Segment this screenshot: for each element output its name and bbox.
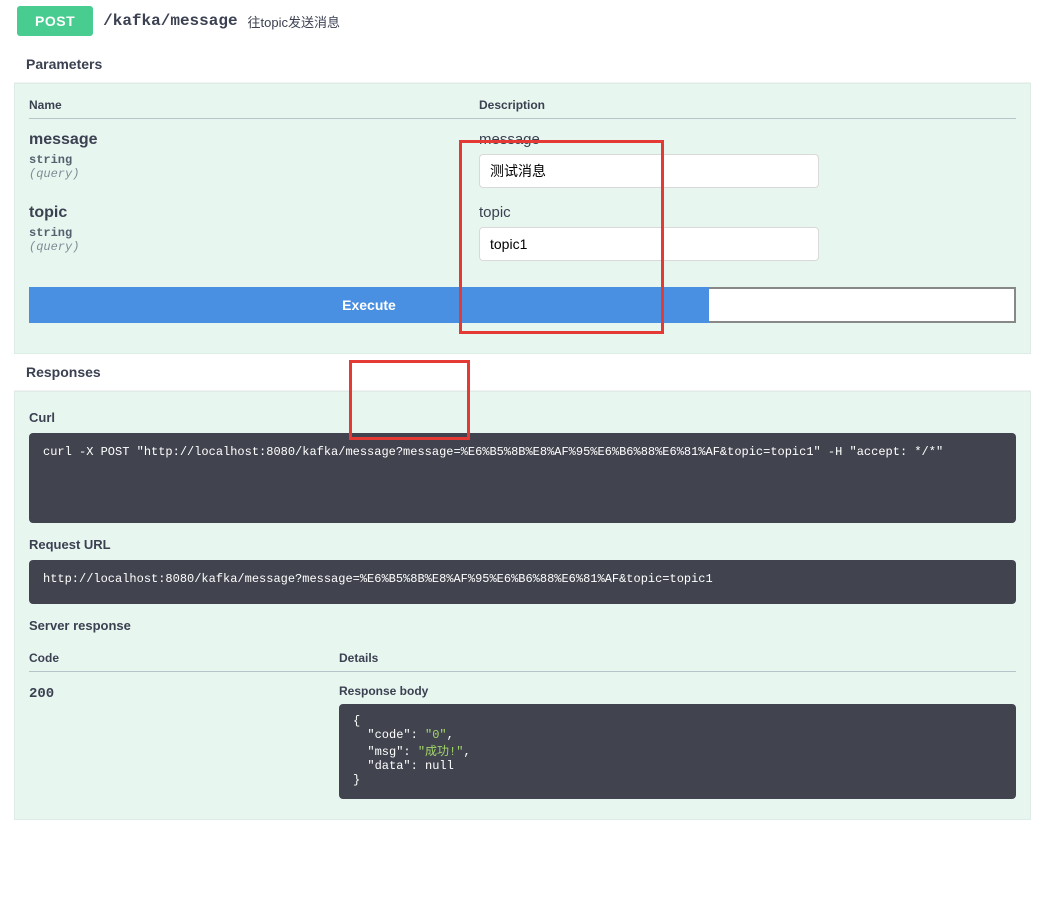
response-details-header: Details [339,651,1016,665]
execute-button[interactable]: Execute [29,287,709,323]
param-row: message string (query) message [29,131,1016,188]
operation-summary: 往topic发送消息 [248,12,340,31]
param-label: message [479,131,1016,148]
clear-button[interactable] [709,287,1016,323]
param-type: string [29,226,479,240]
response-body-label: Response body [339,684,1016,698]
response-status-code: 200 [29,686,54,702]
param-location: (query) [29,167,479,181]
curl-block[interactable]: curl -X POST "http://localhost:8080/kafk… [29,433,1016,523]
request-url-block[interactable]: http://localhost:8080/kafka/message?mess… [29,560,1016,604]
method-badge: POST [17,6,93,36]
param-name: message [29,131,479,149]
responses-panel: Curl curl -X POST "http://localhost:8080… [14,391,1031,820]
param-header-name: Name [29,98,479,112]
param-type: string [29,153,479,167]
param-row: topic string (query) topic [29,204,1016,261]
param-input-message[interactable] [479,154,819,188]
parameters-panel: Name Description message string (query) … [14,83,1031,354]
curl-label: Curl [29,410,1016,425]
server-response-label: Server response [29,618,1016,633]
param-input-topic[interactable] [479,227,819,261]
operation-header[interactable]: POST /kafka/message 往topic发送消息 [14,4,1031,46]
parameters-section-header: Parameters [14,46,1031,83]
param-location: (query) [29,240,479,254]
param-name: topic [29,204,479,222]
operation-path: /kafka/message [103,12,237,30]
request-url-label: Request URL [29,537,1016,552]
param-label: topic [479,204,1016,221]
param-header-description: Description [479,98,1016,112]
responses-section-header: Responses [14,354,1031,391]
response-body-block[interactable]: { "code": "0", "msg": "成功!", "data": nul… [339,704,1016,799]
response-code-header: Code [29,651,339,665]
